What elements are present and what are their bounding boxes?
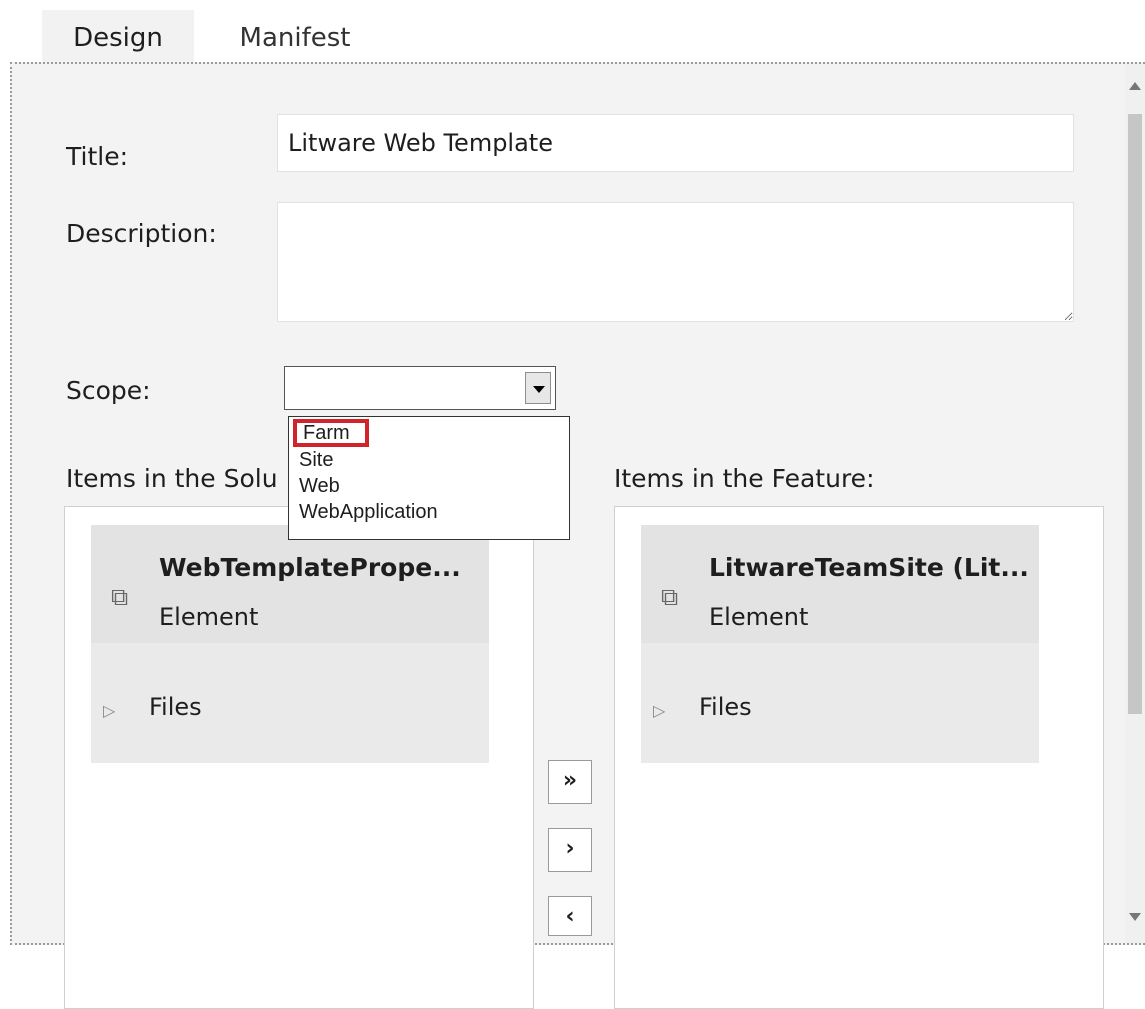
tab-manifest[interactable]: Manifest — [210, 10, 380, 62]
add-button[interactable]: › — [548, 828, 592, 872]
solution-item-type: Element — [159, 603, 259, 631]
expand-arrow-icon[interactable]: ▷ — [103, 701, 115, 720]
solution-item-name: WebTemplatePrope... — [159, 553, 461, 582]
feature-item-type: Element — [709, 603, 809, 631]
description-input[interactable] — [277, 202, 1074, 322]
expand-arrow-icon[interactable]: ▷ — [653, 701, 665, 720]
solution-items-label: Items in the Solu — [66, 464, 278, 493]
solution-item-header: ⧉ WebTemplatePrope... Element — [91, 525, 489, 643]
scope-dropdown-list: Farm Site Web WebApplication — [288, 416, 570, 540]
feature-item-header: ⧉ LitwareTeamSite (Lit... Element — [641, 525, 1039, 643]
element-icon: ⧉ — [661, 583, 679, 611]
feature-files-label: Files — [699, 693, 752, 721]
feature-item[interactable]: ⧉ LitwareTeamSite (Lit... Element ▷ File… — [641, 525, 1039, 763]
tab-design[interactable]: Design — [42, 10, 194, 62]
scope-select[interactable] — [284, 366, 556, 410]
element-icon: ⧉ — [111, 583, 129, 611]
title-label: Title: — [66, 142, 128, 171]
description-label: Description: — [66, 219, 217, 248]
feature-items-list[interactable]: ⧉ LitwareTeamSite (Lit... Element ▷ File… — [614, 506, 1104, 1009]
solution-item[interactable]: ⧉ WebTemplatePrope... Element ▷ Files — [91, 525, 489, 763]
scope-option-webapplication[interactable]: WebApplication — [289, 499, 569, 525]
scroll-down-icon[interactable] — [1129, 913, 1141, 921]
scroll-up-icon[interactable] — [1129, 82, 1141, 90]
scope-option-web[interactable]: Web — [289, 473, 569, 499]
scope-label: Scope: — [66, 376, 151, 405]
solution-files-label: Files — [149, 693, 202, 721]
title-input[interactable] — [277, 114, 1074, 172]
scope-option-site[interactable]: Site — [289, 447, 569, 473]
design-panel: Title: Description: Scope: Farm Site Web… — [10, 62, 1145, 1009]
remove-button[interactable]: ‹ — [548, 896, 592, 936]
scrollbar-thumb[interactable] — [1128, 114, 1142, 714]
feature-items-label: Items in the Feature: — [614, 464, 875, 493]
feature-item-name: LitwareTeamSite (Lit... — [709, 553, 1029, 582]
solution-items-list[interactable]: ⧉ WebTemplatePrope... Element ▷ Files — [64, 506, 534, 1009]
chevron-down-icon[interactable] — [525, 372, 551, 404]
vertical-scrollbar[interactable] — [1125, 64, 1145, 943]
scope-option-farm[interactable]: Farm — [293, 419, 369, 447]
add-all-button[interactable]: » — [548, 760, 592, 804]
